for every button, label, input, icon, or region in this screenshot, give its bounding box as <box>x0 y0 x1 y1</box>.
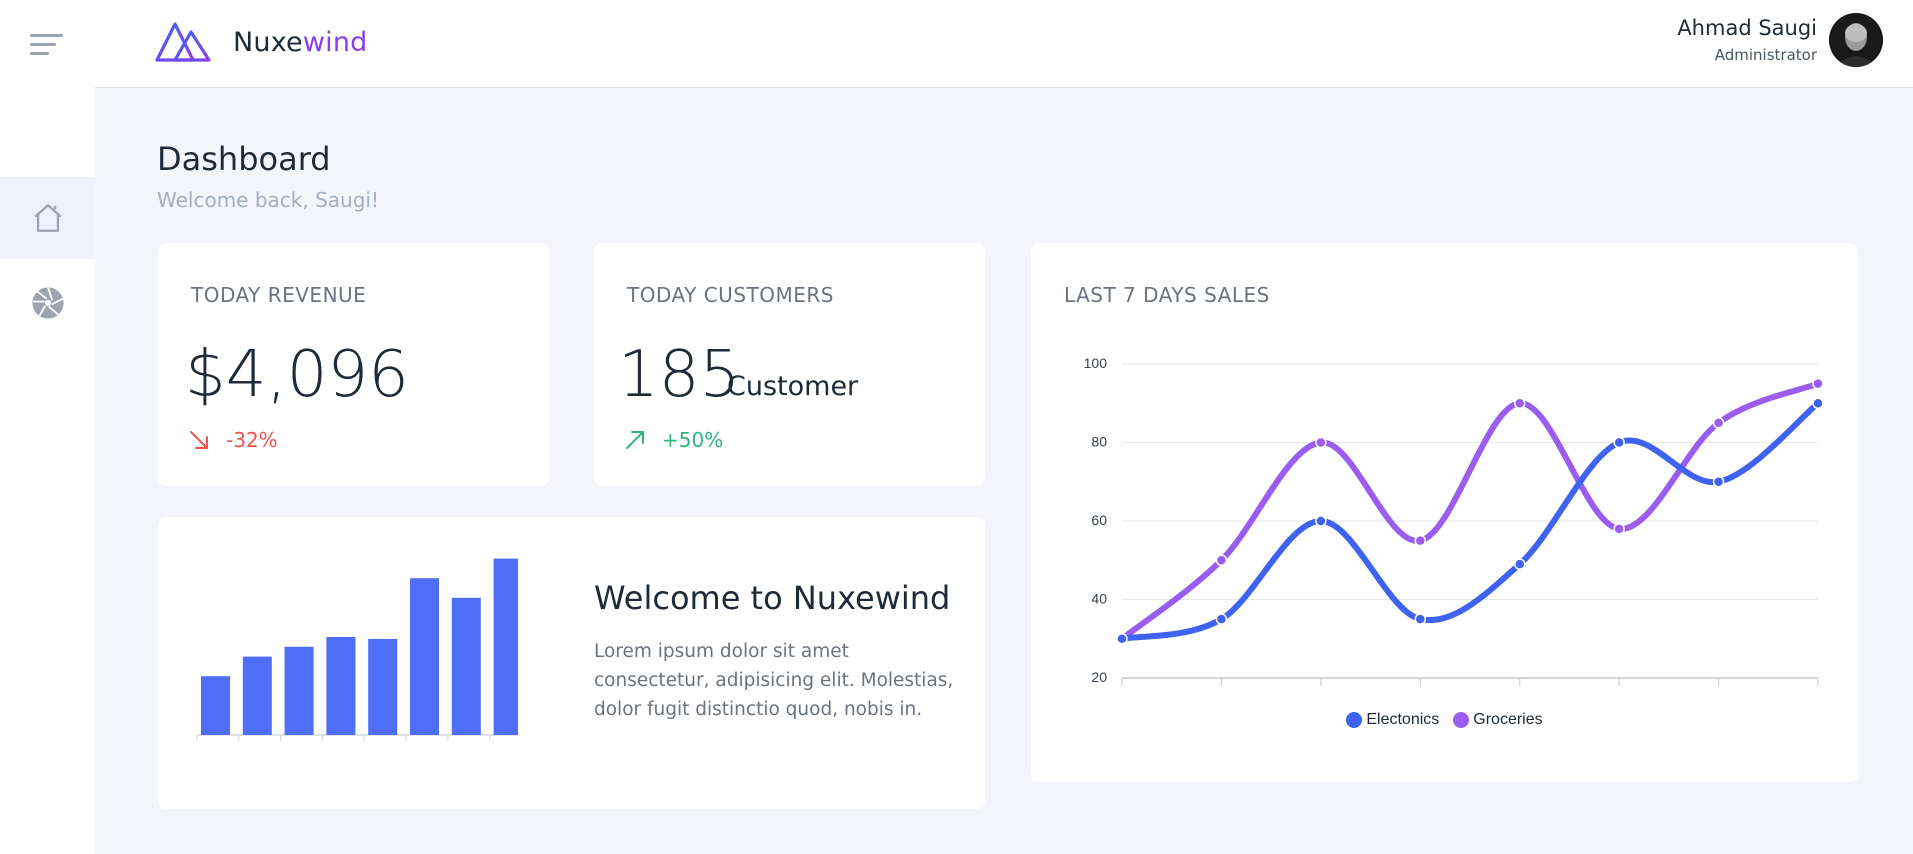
data-point <box>1513 397 1526 409</box>
welcome-title: Welcome to Nuxewind <box>594 579 951 617</box>
bar <box>284 646 314 735</box>
bar <box>242 656 272 735</box>
data-point <box>1513 558 1526 570</box>
bar <box>326 637 356 735</box>
data-point <box>1812 377 1824 390</box>
data-point <box>1414 613 1427 625</box>
sales-line-chart: 20 40 60 80 100 <box>1084 355 1824 686</box>
home-icon <box>33 204 62 232</box>
sales-chart-card: LAST 7 DAYS SALES 20 40 60 80 100 Electonics… <box>1031 243 1858 782</box>
user-role: Administrator <box>1714 46 1817 64</box>
data-point <box>1215 554 1228 566</box>
bar <box>451 597 481 735</box>
legend-item[interactable]: Groceries <box>1453 711 1543 729</box>
arrow-down-right-icon <box>190 431 208 449</box>
y-tick-label: 20 <box>1091 669 1107 685</box>
data-point <box>1712 417 1725 429</box>
customers-card: TODAY CUSTOMERS 185 Customer +50% <box>594 243 985 486</box>
aperture-icon <box>31 287 64 319</box>
user-name: Ahmad Saugi <box>1677 16 1817 40</box>
bar <box>410 578 439 735</box>
data-point <box>1215 613 1228 625</box>
customers-label: TODAY CUSTOMERS <box>627 283 834 307</box>
app-name: Nuxewind <box>233 26 368 58</box>
welcome-bar-chart <box>196 558 518 741</box>
revenue-trend: -32% <box>188 428 278 452</box>
customers-trend: +50% <box>624 428 723 452</box>
data-point <box>1712 476 1725 488</box>
sidebar-item-home[interactable] <box>0 177 95 259</box>
avatar[interactable] <box>1829 13 1883 67</box>
chart-legend: Electonics Groceries <box>1031 711 1858 729</box>
sidebar-item-aperture[interactable] <box>0 262 95 344</box>
legend-dot-electronics <box>1346 712 1363 728</box>
y-tick-label: 80 <box>1091 434 1107 450</box>
revenue-label: TODAY REVENUE <box>191 283 367 307</box>
customers-change: +50% <box>662 428 724 452</box>
data-point <box>1613 436 1625 449</box>
legend-dot-groceries <box>1453 712 1470 728</box>
data-point <box>1315 515 1327 527</box>
page-subtitle: Welcome back, Saugi! <box>157 188 379 212</box>
top-header: Nuxewind Ahmad Saugi Administrator <box>95 0 1913 88</box>
legend-label: Groceries <box>1473 711 1543 728</box>
data-point <box>1414 534 1427 547</box>
revenue-card: TODAY REVENUE $4,096 -32% <box>158 243 549 486</box>
arrow-up-right-icon <box>626 431 644 449</box>
menu-toggle-icon[interactable] <box>30 34 66 58</box>
page-title: Dashboard <box>157 140 331 178</box>
legend-label: Electonics <box>1366 711 1440 728</box>
data-point <box>1116 633 1128 645</box>
data-point <box>1812 397 1824 409</box>
welcome-card: Welcome to Nuxewind Lorem ipsum dolor si… <box>158 517 985 809</box>
customers-unit: Customer <box>727 371 859 402</box>
sidebar <box>0 0 95 854</box>
legend-item[interactable]: Electonics <box>1346 711 1439 729</box>
logo-mountain-icon <box>155 22 211 62</box>
bar <box>201 676 230 735</box>
revenue-value: $4,096 <box>185 338 409 412</box>
data-point <box>1315 436 1327 449</box>
bar <box>493 558 518 735</box>
y-tick-label: 60 <box>1091 512 1107 528</box>
revenue-change: -32% <box>226 428 278 452</box>
bar <box>368 638 398 735</box>
y-tick-label: 40 <box>1091 591 1107 607</box>
y-tick-label: 100 <box>1084 355 1108 371</box>
welcome-text: Lorem ipsum dolor sit amet consectetur, … <box>594 641 954 720</box>
data-point <box>1613 523 1625 535</box>
user-menu[interactable]: Ahmad Saugi Administrator <box>1677 13 1883 67</box>
customers-value: 185 <box>618 338 741 412</box>
app-logo[interactable]: Nuxewind <box>155 20 368 64</box>
